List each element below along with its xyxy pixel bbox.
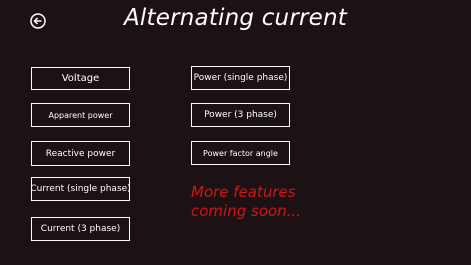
power-3-phase-button[interactable]: Power (3 phase) [191,103,290,127]
page-title: Alternating current [124,5,347,31]
voltage-button[interactable]: Voltage [31,67,130,90]
apparent-power-button[interactable]: Apparent power [31,103,130,127]
coming-soon-line-2: coming soon... [191,202,301,220]
power-factor-angle-button[interactable]: Power factor angle [191,141,290,165]
current-3-phase-button[interactable]: Current (3 phase) [31,217,130,241]
reactive-power-button[interactable]: Reactive power [31,141,130,166]
coming-soon-line-1: More features [191,183,296,201]
coming-soon-message: More features coming soon... [191,183,301,221]
power-single-phase-button[interactable]: Power (single phase) [191,66,290,90]
current-single-phase-button[interactable]: Current (single phase) [30,177,131,201]
